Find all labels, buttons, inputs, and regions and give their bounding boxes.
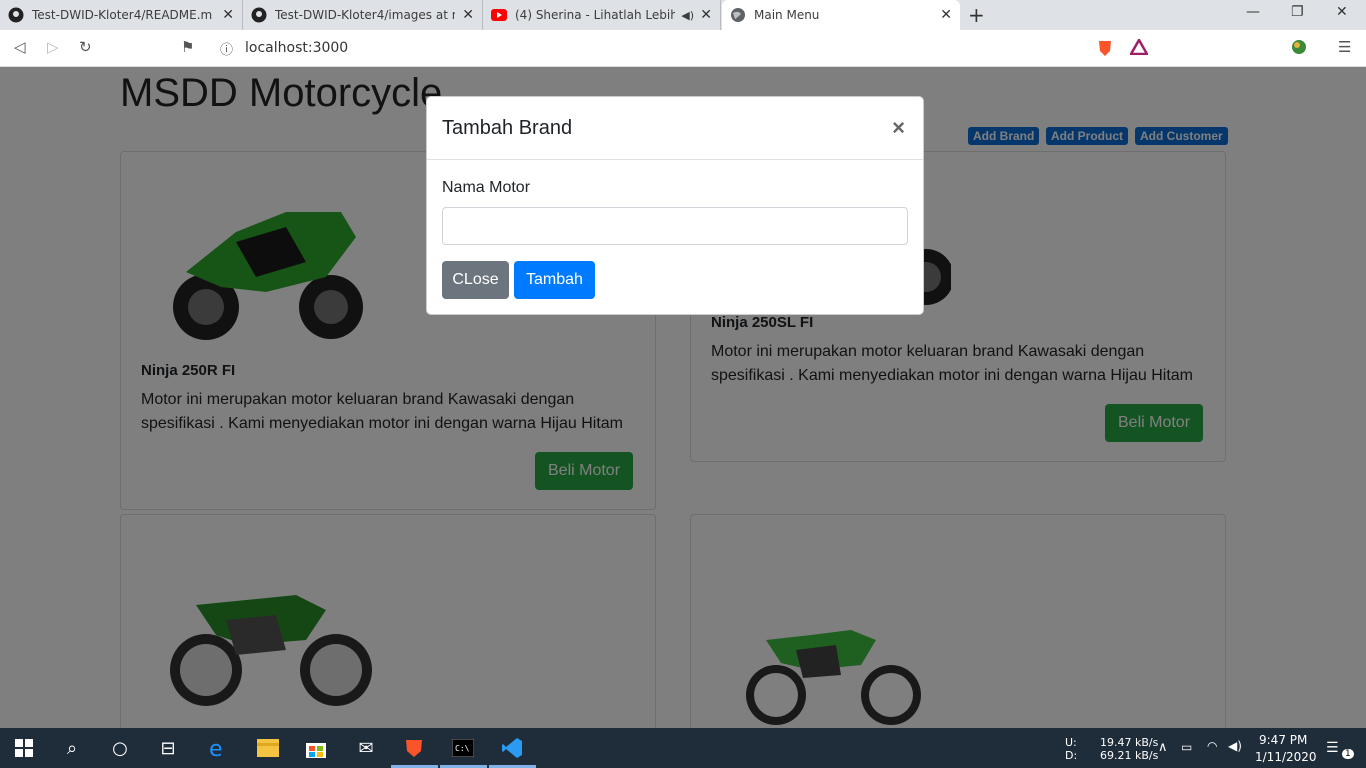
net-up-label: U: [1065,736,1077,749]
wifi-icon[interactable]: ◠ [1207,739,1217,753]
svg-text:C:\: C:\ [455,744,470,753]
menu-icon[interactable]: ☰ [1338,38,1351,56]
new-tab-button[interactable]: + [968,3,985,27]
forward-icon[interactable]: ▷ [47,38,59,56]
browser-toolbar: ◁ ▷ ↻ ⚑ ⓘ localhost:3000 ☰ [0,30,1366,67]
close-icon[interactable]: ✕ [222,7,234,23]
minimize-icon[interactable]: — [1246,4,1260,20]
clock-time[interactable]: 9:47 PM [1259,733,1307,747]
edge-icon[interactable]: e [206,736,230,760]
net-upload-speed: 19.47 kB/s [1100,736,1159,749]
youtube-icon [491,7,507,23]
brave-rewards-icon[interactable] [1128,37,1150,59]
github-icon [8,7,24,23]
search-icon[interactable]: ⌕ [60,736,84,760]
modal-header: Tambah Brand × [427,97,923,160]
tab-strip: Test-DWID-Kloter4/README.md at ✕ Test-DW… [0,0,1366,30]
net-down-label: D: [1065,749,1078,762]
file-explorer-icon[interactable] [256,736,280,760]
close-icon[interactable]: ✕ [462,7,474,23]
mail-icon[interactable]: ✉ [354,736,378,760]
window-close-icon[interactable]: ✕ [1336,4,1348,20]
battery-icon[interactable]: ▭ [1181,740,1192,754]
extension-icon[interactable] [1291,39,1307,59]
terminal-icon[interactable]: C:\ [451,736,475,760]
store-icon[interactable] [304,736,328,760]
globe-icon [730,7,746,23]
close-icon[interactable]: ✕ [700,7,712,23]
windows-taskbar: ⌕ ○ ⊟ e ✉ C:\ U: D: 19.47 kB/s 69.21 kB/… [0,728,1366,768]
svg-text:e: e [209,737,223,759]
cortana-icon[interactable]: ○ [108,736,132,760]
vscode-icon[interactable] [500,736,524,760]
notification-count: 1 [1342,749,1354,759]
restore-icon[interactable]: ❐ [1291,4,1304,20]
info-icon[interactable]: ⓘ [220,39,233,58]
browser-tab[interactable]: Test-DWID-Kloter4/images at mast ✕ [243,0,483,30]
brave-browser-icon[interactable] [402,736,426,760]
speaker-icon[interactable]: ◀) [681,9,694,22]
github-icon [251,7,267,23]
net-download-speed: 69.21 kB/s [1100,749,1159,762]
close-button[interactable]: CLose [442,261,509,299]
browser-tab-active[interactable]: Main Menu ✕ [722,0,960,30]
tray-expand-icon[interactable]: ∧ [1158,740,1168,755]
clock-date[interactable]: 1/11/2020 [1255,750,1317,764]
add-brand-modal: Tambah Brand × Nama Motor CLose Tambah [426,96,924,315]
modal-title: Tambah Brand [442,117,573,139]
close-icon[interactable]: × [892,115,905,141]
browser-tab[interactable]: (4) Sherina - Lihatlah Lebih De ◀) ✕ [483,0,721,30]
browser-tab[interactable]: Test-DWID-Kloter4/README.md at ✕ [0,0,243,30]
back-icon[interactable]: ◁ [14,38,26,56]
reload-icon[interactable]: ↻ [79,38,92,56]
brave-shield-icon[interactable] [1097,39,1113,61]
windows-start-icon[interactable] [12,736,36,760]
nama-motor-input[interactable] [442,207,908,245]
notification-icon[interactable]: ☰ [1326,740,1339,756]
task-view-icon[interactable]: ⊟ [156,736,180,760]
volume-icon[interactable]: ◀) [1228,739,1242,753]
close-icon[interactable]: ✕ [940,7,952,23]
nama-motor-label: Nama Motor [442,179,531,196]
bookmark-icon[interactable]: ⚑ [181,38,194,56]
address-bar[interactable]: ⓘ localhost:3000 [210,33,1156,63]
tambah-button[interactable]: Tambah [514,261,595,299]
